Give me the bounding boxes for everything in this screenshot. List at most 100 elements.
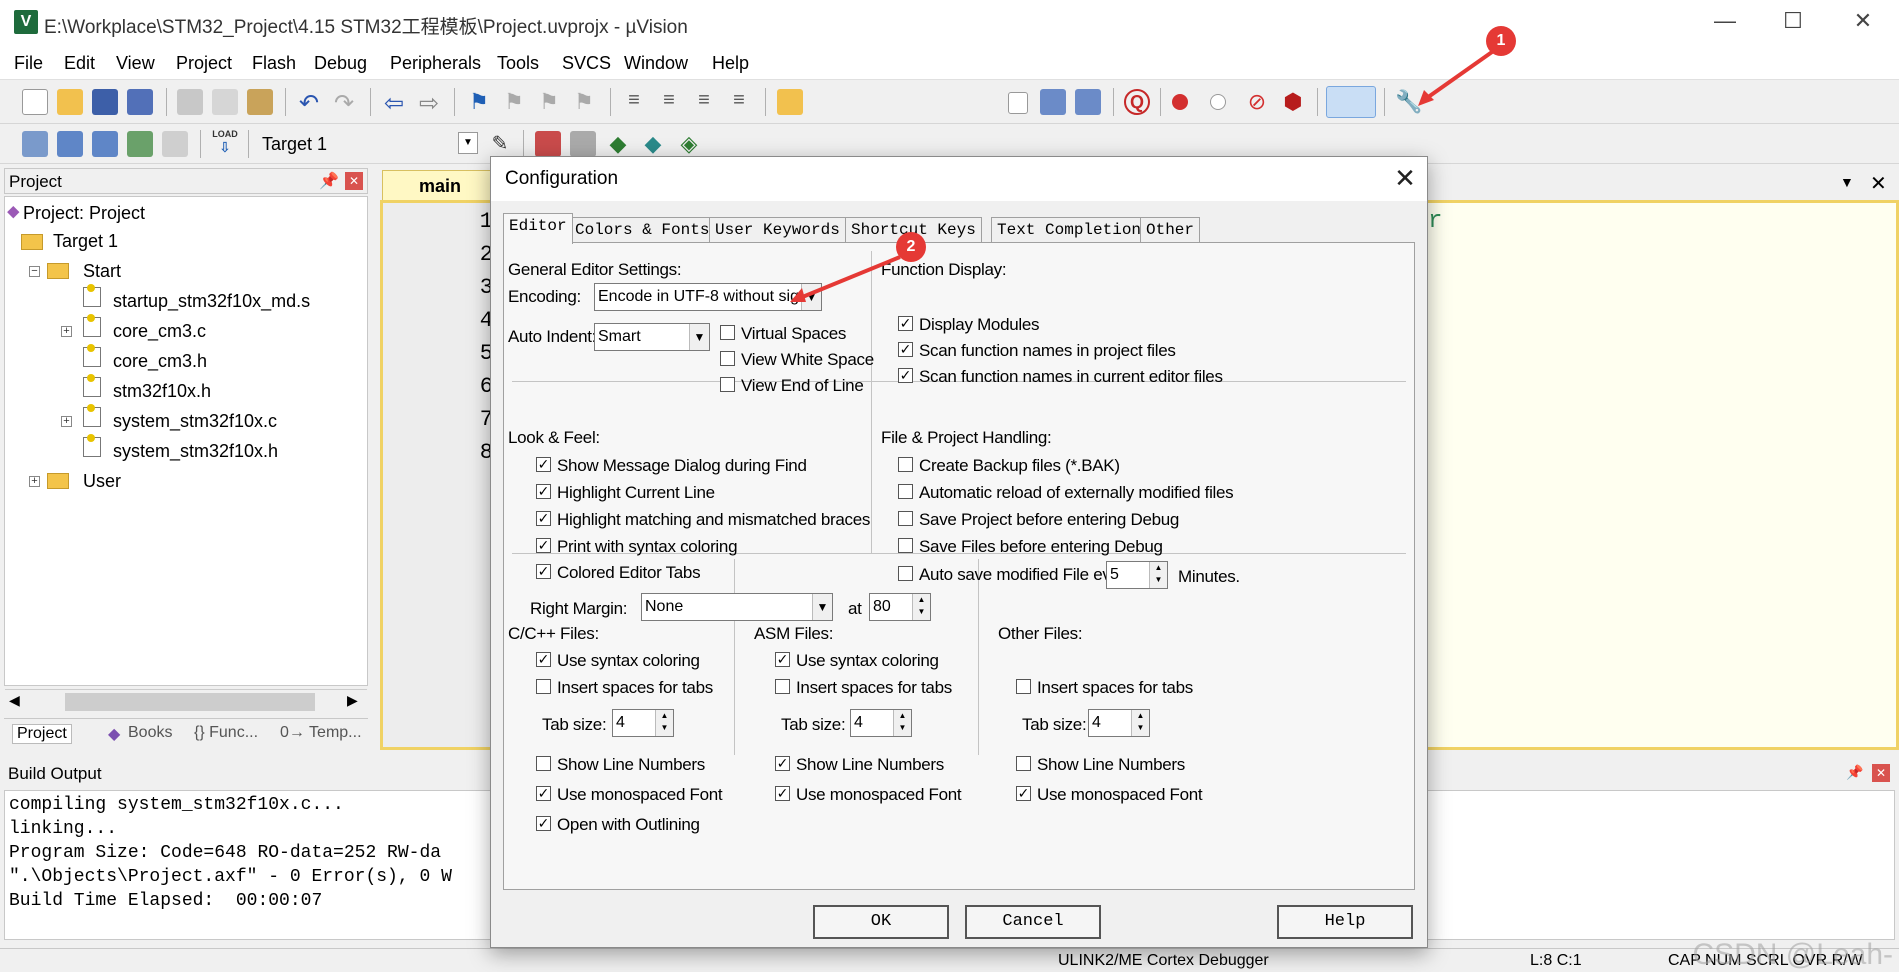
menu-svcs[interactable]: SVCS bbox=[562, 53, 611, 74]
menu-file[interactable]: File bbox=[14, 53, 43, 74]
nav-forward-icon[interactable]: ⇨ bbox=[416, 89, 442, 117]
close-build-icon[interactable]: ✕ bbox=[1872, 764, 1890, 782]
right-margin-select[interactable]: None ▼ bbox=[641, 593, 833, 621]
build-icon[interactable] bbox=[57, 131, 83, 157]
clear-breakpoints-icon[interactable]: ⊘ bbox=[1244, 89, 1270, 115]
editor-tab-main[interactable]: main bbox=[382, 170, 502, 200]
tree-file[interactable]: core_cm3.h bbox=[113, 351, 207, 372]
other-tab-size-spinner[interactable]: 4 ▲ ▼ bbox=[1088, 709, 1150, 737]
prev-bookmark-icon[interactable]: ⚑ bbox=[501, 89, 527, 115]
target-select[interactable]: Target 1 ▼ bbox=[258, 130, 478, 158]
find-in-files-icon[interactable] bbox=[777, 89, 803, 115]
cpp-syntax-coloring-checkbox[interactable]: ✓ bbox=[536, 652, 551, 667]
highlight-current-line-checkbox[interactable]: ✓ bbox=[536, 484, 551, 499]
manage-rte-icon[interactable]: ◆ bbox=[640, 131, 666, 157]
print-syntax-coloring-checkbox[interactable]: ✓ bbox=[536, 538, 551, 553]
tab-project[interactable]: Project bbox=[12, 724, 72, 744]
tab-functions[interactable]: {} Func... bbox=[194, 724, 258, 742]
spinner-arrows-icon[interactable]: ▲ ▼ bbox=[655, 710, 673, 736]
disable-breakpoint-icon[interactable] bbox=[1210, 94, 1226, 110]
other-monospaced-checkbox[interactable]: ✓ bbox=[1016, 786, 1031, 801]
close-window-button[interactable]: ✕ bbox=[1838, 8, 1888, 38]
expand-icon[interactable]: + bbox=[61, 416, 72, 427]
display-modules-checkbox[interactable]: ✓ bbox=[898, 316, 913, 331]
target-options-icon[interactable]: ✎ bbox=[487, 131, 513, 157]
nav-back-icon[interactable]: ⇦ bbox=[381, 89, 407, 117]
tab-other[interactable]: Other bbox=[1140, 217, 1201, 243]
auto-indent-dropdown-icon[interactable]: ▼ bbox=[689, 324, 709, 350]
dialog-close-icon[interactable]: ✕ bbox=[1389, 163, 1421, 195]
new-file-icon[interactable] bbox=[22, 89, 48, 115]
auto-reload-checkbox[interactable] bbox=[898, 484, 913, 499]
unindent-icon[interactable]: ≡ bbox=[656, 89, 682, 115]
menu-window[interactable]: Window bbox=[624, 53, 688, 74]
tree-group-start[interactable]: Start bbox=[83, 261, 121, 282]
tree-file[interactable]: core_cm3.c bbox=[113, 321, 206, 342]
menu-view[interactable]: View bbox=[116, 53, 155, 74]
asm-insert-spaces-checkbox[interactable] bbox=[775, 679, 790, 694]
tree-file[interactable]: startup_stm32f10x_md.s bbox=[113, 291, 310, 312]
save-files-debug-checkbox[interactable] bbox=[898, 538, 913, 553]
editor-list-icon[interactable]: ▼ bbox=[1840, 174, 1854, 190]
redo-icon[interactable]: ↷ bbox=[331, 89, 357, 117]
close-editor-icon[interactable]: ✕ bbox=[1870, 171, 1887, 196]
expand-icon[interactable]: + bbox=[61, 326, 72, 337]
collapse-start-icon[interactable]: − bbox=[29, 266, 40, 277]
menu-tools[interactable]: Tools bbox=[497, 53, 539, 74]
highlight-braces-checkbox[interactable]: ✓ bbox=[536, 511, 551, 526]
virtual-spaces-checkbox[interactable] bbox=[720, 325, 735, 340]
select-packs-icon[interactable]: ◆ bbox=[605, 131, 631, 157]
save-project-debug-checkbox[interactable] bbox=[898, 511, 913, 526]
stop-build-icon[interactable] bbox=[162, 131, 188, 157]
open-file-icon[interactable] bbox=[57, 89, 83, 115]
tree-file[interactable]: stm32f10x.h bbox=[113, 381, 211, 402]
encoding-dropdown-icon[interactable]: ▼ bbox=[801, 284, 821, 310]
find-icon[interactable] bbox=[1040, 89, 1066, 115]
menu-flash[interactable]: Flash bbox=[252, 53, 296, 74]
tree-file[interactable]: system_stm32f10x.h bbox=[113, 441, 278, 462]
scroll-right-icon[interactable]: ▶ bbox=[347, 692, 358, 709]
other-line-numbers-checkbox[interactable] bbox=[1016, 756, 1031, 771]
view-end-of-line-checkbox[interactable] bbox=[720, 377, 735, 392]
ok-button[interactable]: OK bbox=[813, 905, 949, 939]
spinner-arrows-icon[interactable]: ▲ ▼ bbox=[912, 594, 930, 620]
encoding-select[interactable]: Encode in UTF-8 without signature ▼ bbox=[594, 283, 822, 311]
asm-tab-size-spinner[interactable]: 4 ▲ ▼ bbox=[850, 709, 912, 737]
tree-file[interactable]: system_stm32f10x.c bbox=[113, 411, 277, 432]
tab-templates[interactable]: 0→ Temp... bbox=[280, 724, 362, 742]
tab-books[interactable]: Books bbox=[128, 724, 172, 742]
menu-project[interactable]: Project bbox=[176, 53, 232, 74]
paste-icon[interactable] bbox=[247, 89, 273, 115]
cut-icon[interactable] bbox=[177, 89, 203, 115]
pin-icon[interactable]: 📌 bbox=[319, 171, 339, 191]
spinner-arrows-icon[interactable]: ▲ ▼ bbox=[1149, 562, 1167, 588]
tab-editor[interactable]: Editor bbox=[503, 213, 573, 244]
right-margin-spinner[interactable]: 80 ▲ ▼ bbox=[869, 593, 931, 621]
tab-text-completion[interactable]: Text Completion bbox=[991, 217, 1148, 243]
configuration-wrench-icon[interactable]: 🔧 bbox=[1395, 89, 1422, 115]
tab-colors-fonts[interactable]: Colors & Fonts bbox=[569, 217, 716, 243]
auto-save-checkbox[interactable] bbox=[898, 566, 913, 581]
scroll-thumb[interactable] bbox=[65, 693, 315, 711]
scan-project-files-checkbox[interactable]: ✓ bbox=[898, 342, 913, 357]
batch-build-icon[interactable] bbox=[127, 131, 153, 157]
show-message-dialog-checkbox[interactable]: ✓ bbox=[536, 457, 551, 472]
menu-peripherals[interactable]: Peripherals bbox=[390, 53, 481, 74]
view-white-space-checkbox[interactable] bbox=[720, 351, 735, 366]
cpp-insert-spaces-checkbox[interactable] bbox=[536, 679, 551, 694]
build-pin-icon[interactable]: 📌 bbox=[1846, 764, 1863, 781]
copy-icon[interactable] bbox=[212, 89, 238, 115]
save-icon[interactable] bbox=[92, 89, 118, 115]
create-backup-checkbox[interactable] bbox=[898, 457, 913, 472]
menu-debug[interactable]: Debug bbox=[314, 53, 367, 74]
window-layout-icon[interactable] bbox=[1326, 86, 1376, 118]
right-margin-dropdown-icon[interactable]: ▼ bbox=[812, 594, 832, 620]
expand-user-icon[interactable]: + bbox=[29, 476, 40, 487]
menu-help[interactable]: Help bbox=[712, 53, 749, 74]
auto-indent-select[interactable]: Smart ▼ bbox=[594, 323, 710, 351]
translate-icon[interactable] bbox=[22, 131, 48, 157]
target-dropdown-arrow-icon[interactable]: ▼ bbox=[458, 132, 478, 154]
cpp-tab-size-spinner[interactable]: 4 ▲ ▼ bbox=[612, 709, 674, 737]
spinner-arrows-icon[interactable]: ▲ ▼ bbox=[1131, 710, 1149, 736]
tab-user-keywords[interactable]: User Keywords bbox=[709, 217, 846, 243]
